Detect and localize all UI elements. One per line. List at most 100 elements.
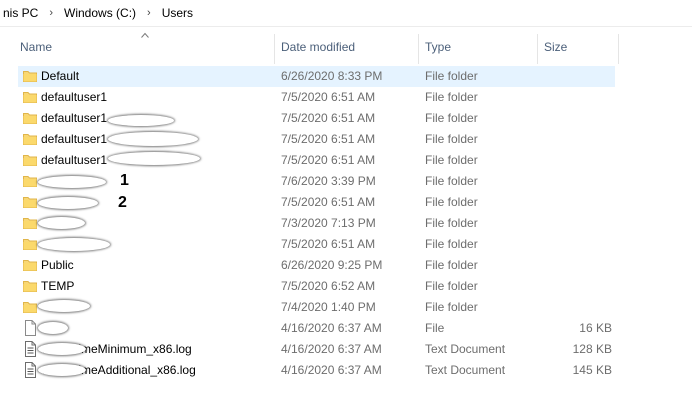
redaction-mark <box>38 217 85 229</box>
file-row[interactable]: Public 6/26/2020 9:25 PM File folder <box>0 255 692 276</box>
sort-ascending-icon[interactable] <box>141 32 149 38</box>
column-divider[interactable] <box>418 34 419 64</box>
file-type: File folder <box>425 153 478 167</box>
file-date-modified: 7/5/2020 6:51 AM <box>281 195 376 209</box>
folder-icon <box>23 299 37 315</box>
file-type: File folder <box>425 216 478 230</box>
file-size: 16 KB <box>579 321 612 335</box>
file-size <box>540 66 612 87</box>
redaction-mark <box>38 322 68 334</box>
file-date-modified: 6/26/2020 8:33 PM <box>281 69 383 83</box>
file-size <box>540 255 612 276</box>
breadcrumb-item-windows-c[interactable]: Windows (C:) <box>61 6 139 20</box>
file-row[interactable]: defaultuser1 7/5/2020 6:51 AM File folder <box>0 150 692 171</box>
chevron-right-icon[interactable]: › <box>139 7 159 19</box>
file-row[interactable]: defaultuser1 7/5/2020 6:51 AM File folder <box>0 129 692 150</box>
folder-icon <box>23 257 37 273</box>
chevron-right-icon[interactable]: › <box>41 7 61 19</box>
file-row[interactable]: vcRuntimeMinimum_x86.log 4/16/2020 6:37 A… <box>0 339 692 360</box>
file-date-modified: 7/5/2020 6:51 AM <box>281 237 376 251</box>
file-name[interactable]: TEMP <box>41 276 74 297</box>
file-date-modified: 7/5/2020 6:51 AM <box>281 111 376 125</box>
folder-icon <box>23 152 37 168</box>
file-name[interactable]: defaultuser1 <box>41 150 107 171</box>
file-size: 145 KB <box>572 363 612 377</box>
redaction-mark <box>38 197 98 209</box>
file-type: Text Document <box>425 342 506 356</box>
file-date-modified: 7/6/2020 3:39 PM <box>281 174 376 188</box>
file-date-modified: 4/16/2020 6:37 AM <box>281 321 382 335</box>
breadcrumb-item-users[interactable]: Users <box>159 6 196 20</box>
column-divider[interactable] <box>274 34 275 64</box>
column-header-name[interactable]: Name <box>20 30 52 64</box>
file-name[interactable]: Default <box>41 66 79 87</box>
file-icon <box>23 320 37 336</box>
file-row[interactable]: TEMP 7/5/2020 6:52 AM File folder <box>0 276 692 297</box>
file-name[interactable]: defaultuser1 <box>41 108 107 129</box>
redaction-mark <box>38 364 86 376</box>
folder-icon <box>23 194 37 210</box>
file-date-modified: 4/16/2020 6:37 AM <box>281 363 382 377</box>
column-header-date-modified[interactable]: Date modified <box>281 30 355 64</box>
file-row[interactable]: defaultuser1 7/5/2020 6:51 AM File folder <box>0 87 692 108</box>
file-list: Default 6/26/2020 8:33 PM File folder defau… <box>0 66 692 381</box>
text-file-icon <box>23 362 37 378</box>
file-date-modified: 7/5/2020 6:52 AM <box>281 279 376 293</box>
file-type: File folder <box>425 174 478 188</box>
annotation-number-2: 2 <box>118 194 127 211</box>
file-name[interactable]: defaultuser1 <box>41 87 107 108</box>
file-name[interactable]: Public <box>41 255 74 276</box>
column-divider[interactable] <box>537 34 538 64</box>
breadcrumb-item-this-pc[interactable]: nis PC <box>0 6 41 20</box>
file-size <box>540 234 612 255</box>
file-date-modified: 7/5/2020 6:51 AM <box>281 90 376 104</box>
column-divider[interactable] <box>618 34 619 64</box>
file-size <box>540 129 612 150</box>
file-type: File folder <box>425 69 478 83</box>
redaction-mark <box>38 300 90 312</box>
file-name[interactable]: defaultuser1 <box>41 129 107 150</box>
file-type: File folder <box>425 111 478 125</box>
folder-icon <box>23 278 37 294</box>
file-size: 128 KB <box>572 342 612 356</box>
file-row[interactable]: 7/5/2020 6:51 AM File folder <box>0 192 692 213</box>
column-header-size[interactable]: Size <box>544 30 567 64</box>
file-type: File folder <box>425 195 478 209</box>
file-size <box>540 108 612 129</box>
file-row[interactable]: vcRuntimeAdditional_x86.log 4/16/2020 6:3… <box>0 360 692 381</box>
breadcrumb: nis PC › Windows (C:) › Users <box>0 0 692 26</box>
file-date-modified: 7/5/2020 6:51 AM <box>281 153 376 167</box>
text-file-icon <box>23 341 37 357</box>
folder-icon <box>23 173 37 189</box>
column-header-type[interactable]: Type <box>425 30 451 64</box>
column-header-row: Name Date modified Type Size <box>0 30 692 64</box>
file-type: File folder <box>425 279 478 293</box>
file-type: File folder <box>425 132 478 146</box>
redaction-mark <box>38 238 110 251</box>
file-row[interactable]: Default 6/26/2020 8:33 PM File folder <box>0 66 692 87</box>
divider <box>0 26 692 27</box>
folder-icon <box>23 110 37 126</box>
file-row[interactable]: 7/4/2020 1:40 PM File folder <box>0 297 692 318</box>
redaction-mark <box>38 343 86 355</box>
redaction-mark <box>108 152 200 165</box>
file-size <box>540 87 612 108</box>
file-date-modified: 7/3/2020 7:13 PM <box>281 216 376 230</box>
file-type: Text Document <box>425 363 506 377</box>
file-row[interactable]: defaultuser1 7/5/2020 6:51 AM File folder <box>0 108 692 129</box>
file-type: File folder <box>425 90 478 104</box>
redaction-mark <box>108 115 174 126</box>
file-type: File folder <box>425 237 478 251</box>
file-size <box>540 213 612 234</box>
annotation-number-1: 1 <box>120 172 129 189</box>
folder-icon <box>23 131 37 147</box>
file-row[interactable]: 4/16/2020 6:37 AM File 16 KB <box>0 318 692 339</box>
redaction-mark <box>108 132 198 146</box>
file-row[interactable]: 7/3/2020 7:13 PM File folder <box>0 213 692 234</box>
folder-icon <box>23 215 37 231</box>
folder-icon <box>23 89 37 105</box>
file-size <box>540 192 612 213</box>
file-type: File folder <box>425 258 478 272</box>
file-date-modified: 6/26/2020 9:25 PM <box>281 258 383 272</box>
file-size <box>540 171 612 192</box>
